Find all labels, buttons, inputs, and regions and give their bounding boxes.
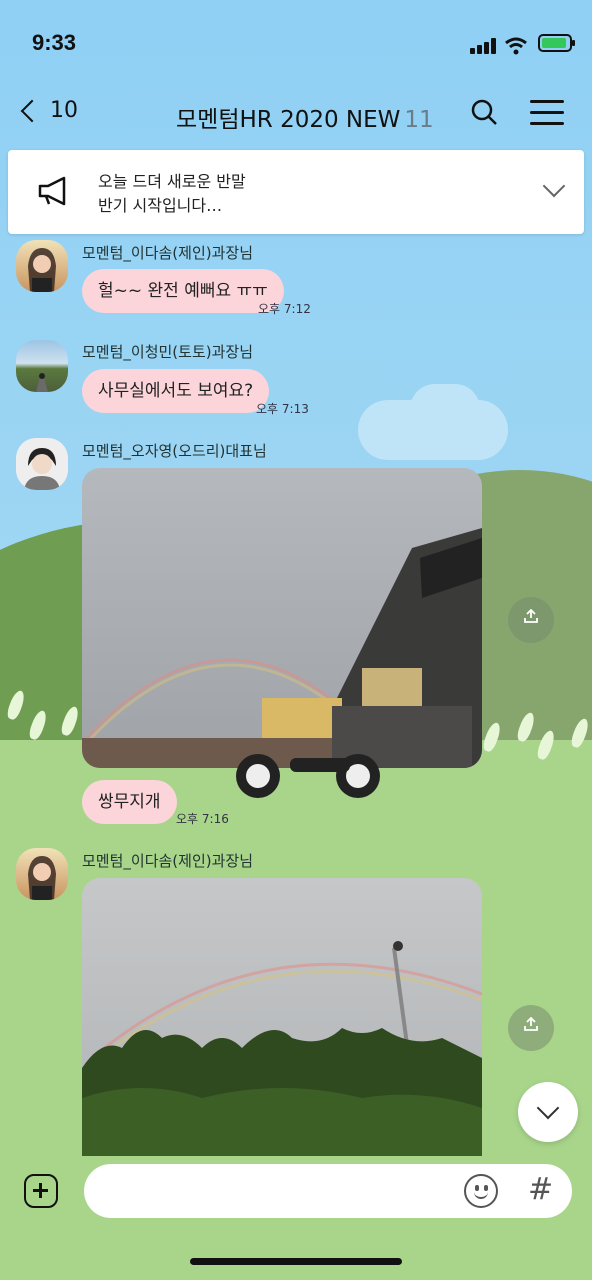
menu-icon[interactable] [530,100,564,126]
message-time: 오후 7:12 [258,302,311,316]
message-input[interactable] [84,1164,572,1218]
search-icon[interactable] [470,98,498,126]
signal-icon [470,38,498,54]
megaphone-icon [38,176,66,206]
sender-name: 모멘텀_이다솜(제인)과장님 [82,244,254,262]
sender-name: 모멘텀_오자영(오드리)대표님 [82,442,267,460]
battery-icon [538,34,575,52]
chat-title: 모멘텀HR 2020 NEW 11 [176,100,434,134]
back-button[interactable]: 10 [20,98,78,123]
share-icon [524,1017,538,1031]
chat-header: 10 모멘텀HR 2020 NEW 11 [0,86,592,142]
announcement-banner[interactable]: 오늘 드뎌 새로운 반말 반기 시작입니다… [8,150,584,234]
chevron-left-icon [20,99,44,122]
photo-message[interactable] [82,468,482,768]
hashtag-search-button[interactable]: # [528,1172,553,1207]
chat-room-name: 모멘텀HR 2020 NEW [176,107,401,133]
message-time: 오후 7:16 [176,812,229,826]
chevron-down-icon[interactable] [542,174,566,198]
home-indicator [190,1258,402,1265]
avatar[interactable] [16,848,68,900]
wifi-icon [504,36,528,60]
avatar[interactable] [16,340,68,392]
photo-message[interactable] [82,878,482,1156]
announcement-text: 오늘 드뎌 새로운 반말 반기 시작입니다… [98,172,246,215]
message-bubble[interactable]: 쌍무지개 [82,780,177,824]
rainbow-photo [82,528,482,768]
emoji-icon[interactable] [464,1174,498,1208]
unread-chat-count: 10 [50,98,78,123]
sender-name: 모멘텀_이청민(토토)과장님 [82,343,254,361]
member-count: 11 [404,107,434,133]
scroll-to-bottom-button[interactable] [518,1082,578,1142]
sender-name: 모멘텀_이다솜(제인)과장님 [82,852,254,870]
message-bubble[interactable]: 사무실에서도 보여요? [82,369,270,413]
share-icon [524,609,538,623]
message-time: 오후 7:13 [256,402,309,416]
share-button[interactable] [508,597,554,643]
chevron-down-icon [536,1096,560,1120]
share-button[interactable] [508,1005,554,1051]
bicycle-decoration [236,754,380,798]
status-time: 9:33 [32,30,77,55]
rainbow-photo [82,941,482,1156]
add-attachment-button[interactable] [24,1174,58,1208]
message-composer: # [0,1158,592,1280]
message-bubble[interactable]: 헐~~ 완전 예뻐요 ㅠㅠ [82,269,284,313]
avatar[interactable] [16,240,68,292]
status-bar: 9:33 [0,0,592,86]
avatar[interactable] [16,438,68,490]
